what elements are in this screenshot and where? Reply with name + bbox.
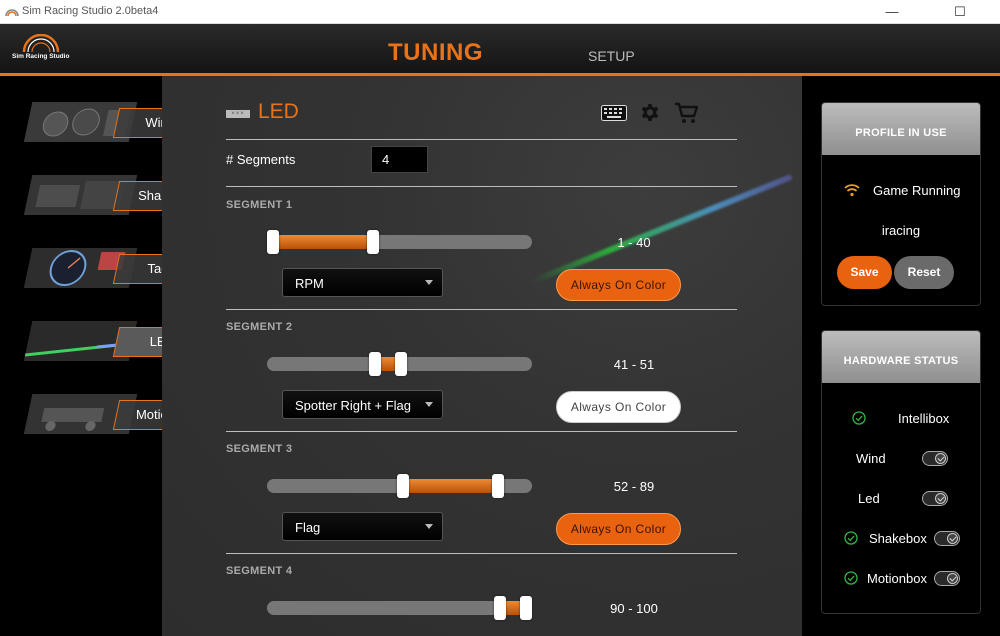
app-icon [5, 9, 19, 17]
dropdown-value: RPM [295, 276, 324, 291]
segment-2-source-dropdown[interactable]: Spotter Right + Flag [282, 390, 443, 419]
maximize-button[interactable]: ☐ [940, 2, 980, 22]
page-title: LED [258, 100, 299, 123]
segment-2-end-handle[interactable] [394, 352, 407, 376]
chevron-down-icon [425, 402, 433, 407]
hardware-wind-label: Wind [856, 451, 886, 466]
hardware-shakebox-label: Shakebox [869, 531, 927, 546]
segment-1-slider[interactable] [267, 235, 532, 249]
check-icon [844, 531, 858, 545]
dropdown-value: Spotter Right + Flag [295, 398, 411, 413]
segment-1-title: SEGMENT 1 [226, 199, 293, 211]
window-titlebar: Sim Racing Studio 2.0beta4 — ☐ ✕ [0, 0, 1000, 24]
wifi-icon [844, 184, 860, 197]
segment-1-start-handle[interactable] [267, 230, 279, 254]
tab-tuning[interactable]: TUNING [388, 39, 483, 67]
app-header [0, 24, 1000, 73]
cart-icon[interactable] [674, 101, 700, 125]
profile-header: PROFILE IN USE [822, 103, 980, 155]
segment-3-range-fill [403, 479, 498, 493]
segment-4-range-label: 90 - 100 [610, 601, 658, 616]
divider [226, 553, 737, 554]
segments-label: # Segments [226, 152, 296, 167]
reset-button[interactable]: Reset [894, 256, 954, 289]
dropdown-value: Flag [295, 520, 321, 535]
segment-4-title: SEGMENT 4 [226, 565, 293, 577]
divider [226, 186, 737, 187]
game-status: Game Running [873, 183, 961, 198]
segment-3-color-button[interactable]: Always On Color [556, 513, 681, 545]
segments-input[interactable]: 4 [371, 146, 428, 173]
led-strip-image [531, 173, 793, 285]
segment-4-end-handle[interactable] [520, 596, 532, 620]
logo-text: Sim Racing Studio [12, 53, 70, 60]
hardware-intellibox-label: Intellibox [898, 411, 950, 426]
tab-setup[interactable]: SETUP [588, 48, 635, 64]
divider [226, 139, 737, 140]
segment-2-range-label: 41 - 51 [613, 357, 655, 372]
segment-2-title: SEGMENT 2 [226, 321, 293, 333]
segment-1-end-handle[interactable] [366, 230, 379, 254]
wind-toggle[interactable] [922, 451, 948, 466]
segment-4-slider[interactable] [267, 601, 532, 615]
segment-1-source-dropdown[interactable]: RPM [282, 268, 443, 297]
segment-3-range-label: 52 - 89 [613, 479, 655, 494]
segment-1-range-fill [273, 235, 373, 249]
gear-icon[interactable] [638, 101, 662, 125]
segment-1-range-label: 1 - 40 [617, 235, 651, 250]
game-name: iracing [881, 223, 921, 238]
hardware-header: HARDWARE STATUS [822, 331, 980, 383]
check-icon [844, 571, 858, 585]
segment-3-title: SEGMENT 3 [226, 443, 293, 455]
segment-3-source-dropdown[interactable]: Flag [282, 512, 443, 541]
segment-1-color-button[interactable]: Always On Color [556, 269, 681, 301]
segment-2-start-handle[interactable] [369, 352, 382, 376]
hardware-led-label: Led [858, 491, 880, 506]
segment-2-color-button[interactable]: Always On Color [556, 391, 681, 423]
led-icon: ××× [226, 110, 250, 118]
window-title: Sim Racing Studio 2.0beta4 [22, 5, 159, 17]
keyboard-icon[interactable] [601, 105, 627, 121]
motionbox-toggle[interactable] [934, 571, 960, 586]
chevron-down-icon [425, 524, 433, 529]
led-toggle[interactable] [922, 491, 948, 506]
segment-4-start-handle[interactable] [494, 596, 507, 620]
segment-3-end-handle[interactable] [491, 474, 504, 498]
hardware-motionbox-label: Motionbox [867, 571, 927, 586]
chevron-down-icon [425, 280, 433, 285]
check-icon [852, 411, 866, 425]
shakebox-toggle[interactable] [934, 531, 960, 546]
divider [226, 309, 737, 310]
minimize-button[interactable]: — [872, 2, 912, 22]
divider [226, 431, 737, 432]
save-button[interactable]: Save [837, 256, 892, 289]
segment-3-start-handle[interactable] [397, 474, 410, 498]
